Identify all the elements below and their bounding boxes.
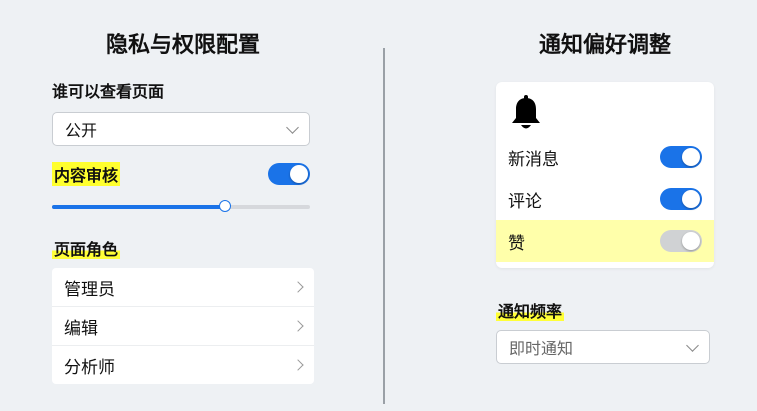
role-item-admin[interactable]: 管理员 bbox=[52, 268, 314, 307]
notif-row-like: 赞 bbox=[496, 220, 714, 262]
panel-divider bbox=[383, 48, 385, 404]
roles-list: 管理员 编辑 分析师 bbox=[52, 268, 314, 384]
privacy-title: 隐私与权限配置 bbox=[105, 33, 260, 58]
moderation-label: 内容审核 bbox=[52, 162, 121, 186]
moderation-toggle[interactable] bbox=[268, 163, 310, 185]
role-item-editor[interactable]: 编辑 bbox=[52, 307, 314, 346]
chevron-right-icon bbox=[292, 320, 304, 332]
notif-label: 新消息 bbox=[508, 149, 559, 170]
frequency-select[interactable]: 即时通知 bbox=[496, 330, 710, 364]
visibility-label: 谁可以查看页面 bbox=[52, 82, 165, 101]
toggle-knob bbox=[290, 165, 308, 183]
bell-icon bbox=[496, 94, 714, 136]
notif-row-comment: 评论 bbox=[496, 178, 714, 220]
slider-fill bbox=[52, 205, 225, 209]
notifications-card: 新消息 评论 赞 bbox=[496, 82, 714, 268]
role-label: 分析师 bbox=[64, 357, 115, 378]
notif-label: 赞 bbox=[508, 233, 525, 254]
chevron-down-icon bbox=[686, 338, 699, 352]
slider-thumb[interactable] bbox=[219, 200, 231, 212]
role-label: 编辑 bbox=[64, 318, 98, 339]
moderation-slider[interactable] bbox=[52, 200, 310, 214]
comment-toggle[interactable] bbox=[660, 188, 702, 210]
notif-row-new-message: 新消息 bbox=[496, 136, 714, 178]
chevron-right-icon bbox=[292, 359, 304, 371]
new-message-toggle[interactable] bbox=[660, 146, 702, 168]
role-item-analyst[interactable]: 分析师 bbox=[52, 346, 314, 384]
like-toggle[interactable] bbox=[660, 230, 702, 252]
chevron-right-icon bbox=[292, 281, 304, 293]
privacy-panel: 隐私与权限配置 谁可以查看页面 公开 内容审核 页面角色 管理员 编辑 分析师 bbox=[52, 28, 314, 384]
frequency-label: 通知频率 bbox=[496, 302, 565, 321]
chevron-down-icon bbox=[286, 120, 299, 134]
visibility-select[interactable]: 公开 bbox=[52, 112, 310, 146]
frequency-select-value: 即时通知 bbox=[509, 339, 574, 358]
visibility-select-value: 公开 bbox=[65, 121, 98, 140]
role-label: 管理员 bbox=[64, 279, 115, 300]
notifications-title: 通知偏好调整 bbox=[538, 33, 671, 58]
toggle-knob bbox=[682, 190, 700, 208]
notif-label: 评论 bbox=[508, 191, 542, 212]
roles-label: 页面角色 bbox=[52, 240, 121, 259]
notifications-panel: 通知偏好调整 新消息 评论 赞 通知频率 即时通知 bbox=[496, 28, 714, 364]
toggle-knob bbox=[682, 232, 700, 250]
toggle-knob bbox=[682, 148, 700, 166]
